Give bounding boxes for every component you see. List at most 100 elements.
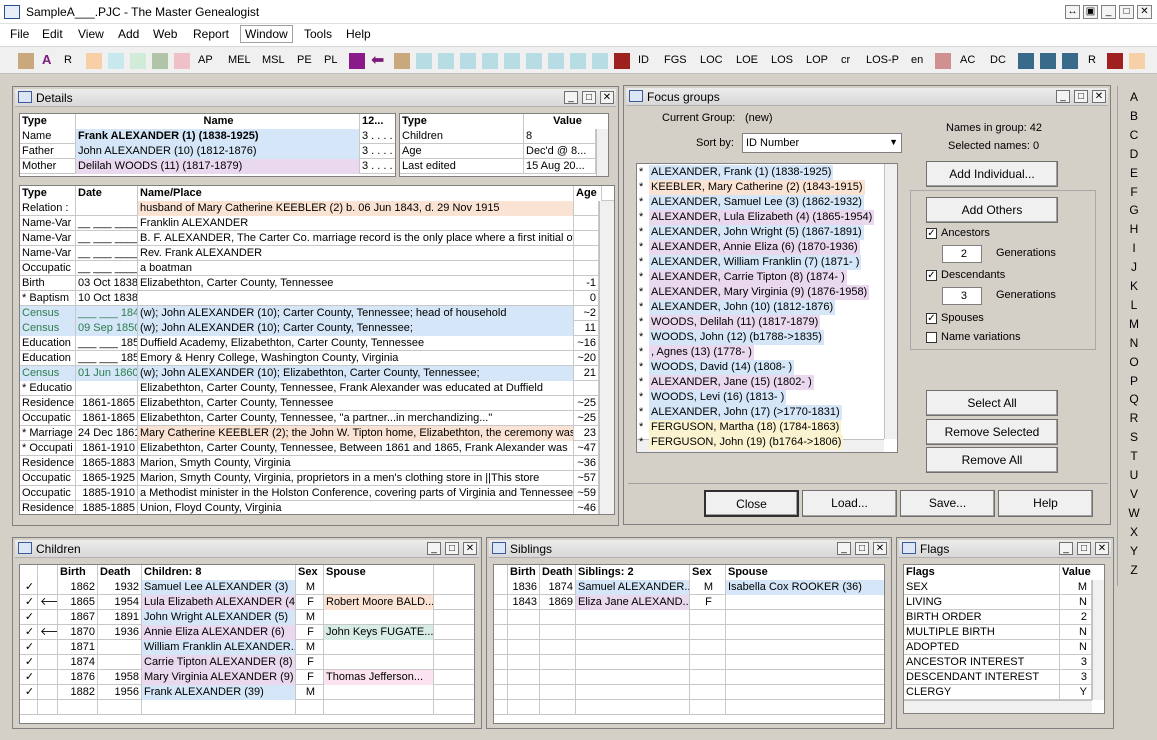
list-item[interactable]: * ALEXANDER, Frank (1) (1838-1925) xyxy=(637,165,884,180)
toolbar-button-20[interactable] xyxy=(1018,53,1034,69)
table-row[interactable] xyxy=(20,700,474,715)
close-icon[interactable]: ✕ xyxy=(1095,542,1109,555)
scrollbar[interactable] xyxy=(599,201,614,514)
descendants-checkbox[interactable]: ✓ xyxy=(926,270,937,281)
letter-r[interactable]: R xyxy=(1122,411,1146,425)
list-item[interactable]: * ALEXANDER, Mary Virginia (9) (1876-1958… xyxy=(637,285,884,300)
save-button[interactable]: Save... xyxy=(900,490,995,517)
table-row[interactable]: ✓ 1874 Carrie Tipton ALEXANDER (8) F xyxy=(20,655,474,670)
table-row[interactable] xyxy=(494,685,884,700)
letter-g[interactable]: G xyxy=(1122,203,1146,217)
toolbar-button-18[interactable] xyxy=(614,53,630,69)
ancestors-checkbox[interactable]: ✓ xyxy=(926,228,937,239)
toolbar-button-2[interactable] xyxy=(86,53,102,69)
col-header[interactable]: Sex xyxy=(296,565,324,580)
table-row[interactable]: CLERGY Y xyxy=(904,685,1104,700)
col-type[interactable]: Type xyxy=(20,186,76,201)
letter-x[interactable]: X xyxy=(1122,525,1146,539)
letter-w[interactable]: W xyxy=(1122,506,1146,520)
letter-d[interactable]: D xyxy=(1122,147,1146,161)
close-icon[interactable]: ✕ xyxy=(463,542,477,555)
table-row[interactable]: 1836 1874 Samuel ALEXANDER... M Isabella Cox… xyxy=(494,580,884,595)
col-header[interactable] xyxy=(38,565,58,580)
table-row[interactable] xyxy=(494,670,884,685)
add-individual-button[interactable]: Add Individual... xyxy=(926,161,1058,187)
event-row[interactable]: Census 01 Jun 1860 (w); John ALEXANDER (10… xyxy=(20,366,599,381)
toolbar-pe[interactable]: PE xyxy=(297,54,312,66)
close-icon[interactable]: ✕ xyxy=(873,542,887,555)
event-row[interactable]: Census___ ___ 1840(w); John ALEXANDER (1… xyxy=(20,306,599,321)
toolbar-button-22[interactable] xyxy=(1062,53,1078,69)
toolbar-button-11[interactable] xyxy=(460,53,476,69)
event-row[interactable]: * Marriage 24 Dec 1861 Mary Catherine KEEB… xyxy=(20,426,599,441)
table-row[interactable]: MULTIPLE BIRTH N xyxy=(904,625,1104,640)
letter-n[interactable]: N xyxy=(1122,336,1146,350)
list-item[interactable]: * ALEXANDER, Samuel Lee (3) (1862-1932) xyxy=(637,195,884,210)
letter-y[interactable]: Y xyxy=(1122,544,1146,558)
arrow-left-icon[interactable]: ⬅ xyxy=(371,50,384,70)
event-row[interactable]: Relation : husband of Mary Catherine KEEB… xyxy=(20,201,599,216)
table-row[interactable]: DESCENDANT INTEREST 3 xyxy=(904,670,1104,685)
list-item[interactable]: * WOODS, David (14) (1808- ) xyxy=(637,360,884,375)
toolbar-pl[interactable]: PL xyxy=(324,54,337,66)
toolbar-button-5[interactable] xyxy=(152,53,168,69)
spouses-checkbox[interactable]: ✓ xyxy=(926,313,937,324)
col-header[interactable]: Spouse xyxy=(324,565,434,580)
letter-v[interactable]: V xyxy=(1122,487,1146,501)
scrollbar[interactable] xyxy=(1092,580,1104,700)
menu-help[interactable]: Help xyxy=(346,27,371,41)
remove-selected-button[interactable]: Remove Selected xyxy=(926,419,1058,445)
menu-report[interactable]: Report xyxy=(193,27,229,41)
maximize-icon[interactable]: □ xyxy=(1074,90,1088,103)
toolbar-lop[interactable]: LOP xyxy=(806,54,828,66)
col-header[interactable] xyxy=(434,565,474,580)
close-dialog-button[interactable]: Close xyxy=(704,490,799,517)
letter-m[interactable]: M xyxy=(1122,317,1146,331)
minimize-icon[interactable]: _ xyxy=(427,542,441,555)
col-header[interactable]: Children: 8 xyxy=(142,565,296,580)
table-row[interactable]: Father John ALEXANDER (10) (1812-1876) 3… xyxy=(20,144,395,159)
table-row[interactable] xyxy=(494,610,884,625)
table-row[interactable]: ANCESTOR INTEREST 3 xyxy=(904,655,1104,670)
toolbar-button-23[interactable] xyxy=(1107,53,1123,69)
list-item[interactable]: * ALEXANDER, Annie Eliza (6) (1870-1936) xyxy=(637,240,884,255)
event-row[interactable]: Name-Var __ ___ ____ Franklin ALEXANDER xyxy=(20,216,599,231)
toolbar-a[interactable]: A xyxy=(42,52,51,67)
event-row[interactable]: Name-Var __ ___ ____ B. F. ALEXANDER, The … xyxy=(20,231,599,246)
menu-file[interactable]: File xyxy=(10,27,29,41)
list-item[interactable]: * ALEXANDER, John (17) (>1770-1831) xyxy=(637,405,884,420)
toolbar-loe[interactable]: LOE xyxy=(736,54,758,66)
col-name[interactable]: Name xyxy=(76,114,360,129)
list-item[interactable]: * , Agnes (13) (1778- ) xyxy=(637,345,884,360)
letter-j[interactable]: J xyxy=(1122,260,1146,274)
table-row[interactable]: Name Frank ALEXANDER (1) (1838-1925) 3 .… xyxy=(20,129,395,144)
col-value[interactable]: Value xyxy=(524,114,608,129)
toolbar-loc[interactable]: LOC xyxy=(700,54,723,66)
table-row[interactable]: BIRTH ORDER 2 xyxy=(904,610,1104,625)
tile-icon[interactable]: ▣ xyxy=(1083,5,1098,19)
letter-q[interactable]: Q xyxy=(1122,392,1146,406)
table-row[interactable]: ✓ 1862 1932 Samuel Lee ALEXANDER (3) M xyxy=(20,580,474,595)
close-button[interactable]: ✕ xyxy=(1137,5,1152,19)
event-row[interactable]: Occupatic 1885-1910 a Methodist minister i… xyxy=(20,486,599,501)
event-row[interactable]: Occupatic 1865-1925 Marion, Smyth County, … xyxy=(20,471,599,486)
menu-window[interactable]: Window xyxy=(240,25,293,43)
select-all-button[interactable]: Select All xyxy=(926,390,1058,416)
col-header[interactable]: Death xyxy=(98,565,142,580)
menu-web[interactable]: Web xyxy=(153,27,177,41)
letter-i[interactable]: I xyxy=(1122,241,1146,255)
event-row[interactable]: Education___ ___ 1854Duffield Academy, E… xyxy=(20,336,599,351)
letter-t[interactable]: T xyxy=(1122,449,1146,463)
col-header[interactable] xyxy=(494,565,508,580)
list-item[interactable]: * ALEXANDER, Lula Elizabeth (4) (1865-195… xyxy=(637,210,884,225)
scrollbar[interactable] xyxy=(596,129,608,176)
col-header[interactable]: Birth xyxy=(58,565,98,580)
event-row[interactable]: Occupatic 1861-1865 Elizabethton, Carter C… xyxy=(20,411,599,426)
toolbar-button-13[interactable] xyxy=(504,53,520,69)
col-flags[interactable]: Flags xyxy=(904,565,1060,580)
toolbar-button-14[interactable] xyxy=(526,53,542,69)
letter-p[interactable]: P xyxy=(1122,374,1146,388)
toolbar-fgs[interactable]: FGS xyxy=(664,54,687,66)
menu-edit[interactable]: Edit xyxy=(42,27,63,41)
toolbar-button-24[interactable] xyxy=(1129,53,1145,69)
